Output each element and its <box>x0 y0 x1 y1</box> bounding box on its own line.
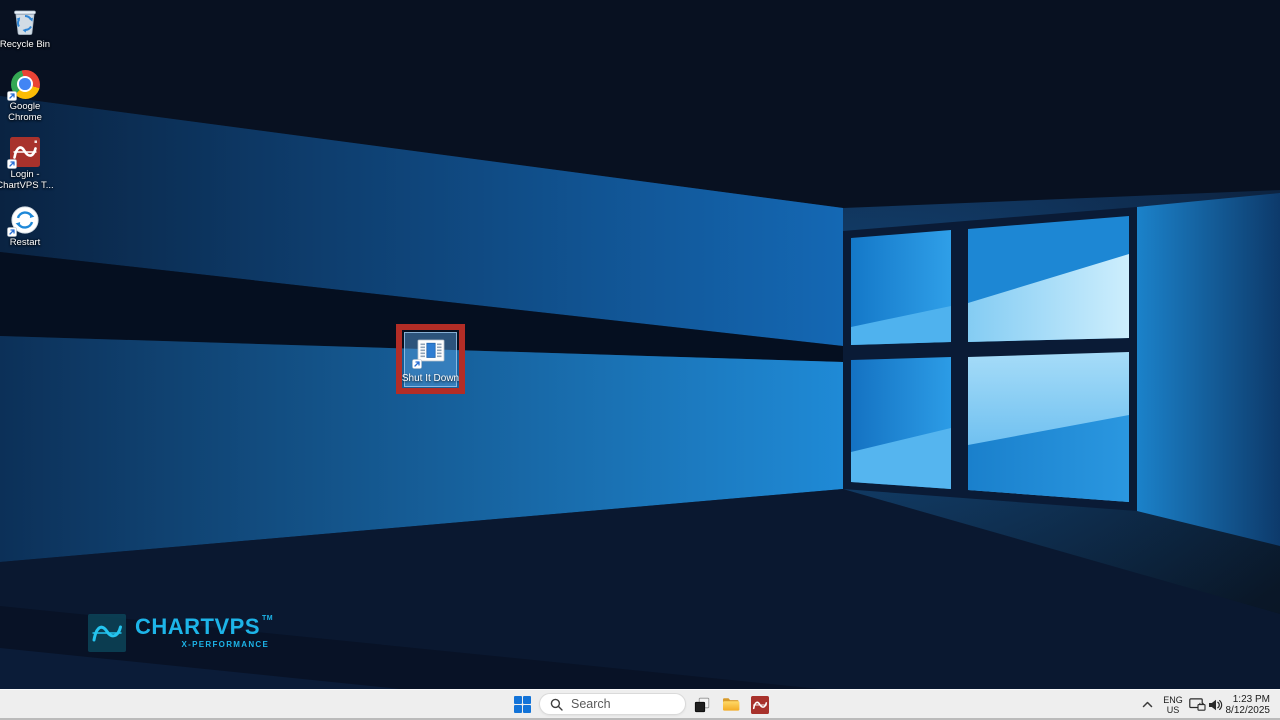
chartvps-icon <box>751 696 769 714</box>
chrome-icon <box>9 69 41 99</box>
taskbar-app-stacked-windows[interactable] <box>687 689 716 720</box>
red-annotation-box <box>396 324 465 394</box>
restart-icon <box>9 205 41 235</box>
chevron-up-icon <box>1142 701 1153 708</box>
search-icon <box>550 698 563 711</box>
taskbar-apps <box>687 689 774 720</box>
windows-logo-icon <box>514 696 531 713</box>
volume-icon <box>1208 699 1223 711</box>
desktop-icon-restart[interactable]: Restart <box>0 205 54 248</box>
desktop-icon-google-chrome[interactable]: Google Chrome <box>0 69 54 123</box>
brand-name: CHARTVPSTM <box>135 614 271 640</box>
label-line: Chrome <box>0 112 54 123</box>
windows-desktop: Recycle Bin Google Chrome <box>0 0 1280 720</box>
label-line: Google <box>0 101 54 112</box>
desktop-icon-login-chartvps[interactable]: Login - ChartVPS T... <box>0 137 54 191</box>
tray-network[interactable] <box>1187 689 1208 720</box>
network-icon <box>1189 698 1206 712</box>
chartvps-wave-icon <box>88 614 126 652</box>
brand-tagline: X-PERFORMANCE <box>135 640 271 649</box>
language-code: ENG <box>1159 695 1187 705</box>
desktop-icon-label: Restart <box>0 237 54 248</box>
language-region: US <box>1159 705 1187 715</box>
label-line: Restart <box>0 237 54 248</box>
shortcut-arrow-icon <box>7 227 17 237</box>
clock-time: 1:23 PM <box>1224 694 1270 705</box>
taskbar: ENG US 1:23 PM 8/12/2025 <box>0 689 1280 720</box>
taskbar-app-chartvps[interactable] <box>745 689 774 720</box>
tray-show-hidden-icons[interactable] <box>1139 689 1155 720</box>
shortcut-arrow-icon <box>7 159 17 169</box>
desktop-wallpaper <box>0 0 1280 689</box>
desktop-icon-label: Recycle Bin <box>0 39 54 50</box>
desktop-icon-label: Google Chrome <box>0 101 54 123</box>
label-line: ChartVPS T... <box>0 180 54 191</box>
clock-date: 8/12/2025 <box>1224 705 1270 716</box>
trademark-symbol: TM <box>262 615 273 622</box>
start-button[interactable] <box>506 689 538 720</box>
label-line: Recycle Bin <box>0 39 54 50</box>
tray-clock[interactable]: 1:23 PM 8/12/2025 <box>1224 689 1270 720</box>
chartvps-watermark: CHARTVPSTM X-PERFORMANCE <box>88 614 271 652</box>
desktop-icon-recycle-bin[interactable]: Recycle Bin <box>0 5 54 50</box>
shortcut-arrow-icon <box>7 91 17 101</box>
label-line: Login - <box>0 169 54 180</box>
taskbar-app-file-explorer[interactable] <box>716 689 745 720</box>
stacked-windows-icon <box>693 696 711 714</box>
taskbar-search[interactable] <box>539 693 686 715</box>
chartvps-login-icon <box>9 137 41 167</box>
search-input[interactable] <box>569 696 681 712</box>
tray-language-indicator[interactable]: ENG US <box>1159 689 1187 720</box>
file-explorer-icon <box>722 697 740 712</box>
desktop-icon-label: Login - ChartVPS T... <box>0 169 54 191</box>
tray-volume[interactable] <box>1206 689 1225 720</box>
recycle-bin-icon <box>9 5 41 37</box>
